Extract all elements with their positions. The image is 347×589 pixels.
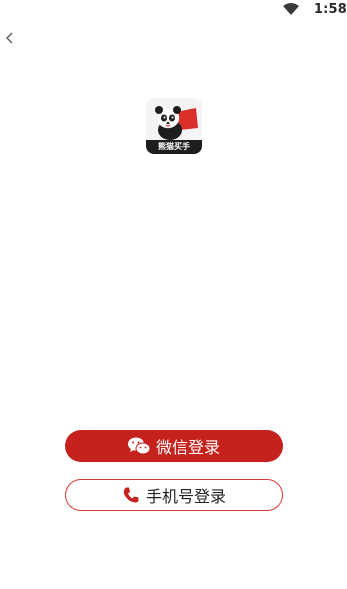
status-bar: 1:58 — [0, 0, 347, 22]
panda-mascot-icon — [146, 98, 202, 140]
phone-login-button[interactable]: 手机号登录 — [65, 479, 283, 511]
app-logo: 熊猫买手 — [146, 98, 202, 154]
chevron-left-icon — [6, 32, 13, 44]
wifi-icon — [283, 3, 299, 15]
phone-icon — [123, 487, 139, 503]
back-button[interactable] — [2, 30, 18, 46]
wechat-login-button[interactable]: 微信登录 — [65, 430, 283, 462]
wechat-login-label: 微信登录 — [155, 438, 220, 457]
phone-login-label: 手机号登录 — [145, 487, 226, 506]
wechat-icon — [127, 437, 150, 455]
logo-label: 熊猫买手 — [146, 140, 202, 154]
status-time: 1:58 — [313, 2, 347, 17]
